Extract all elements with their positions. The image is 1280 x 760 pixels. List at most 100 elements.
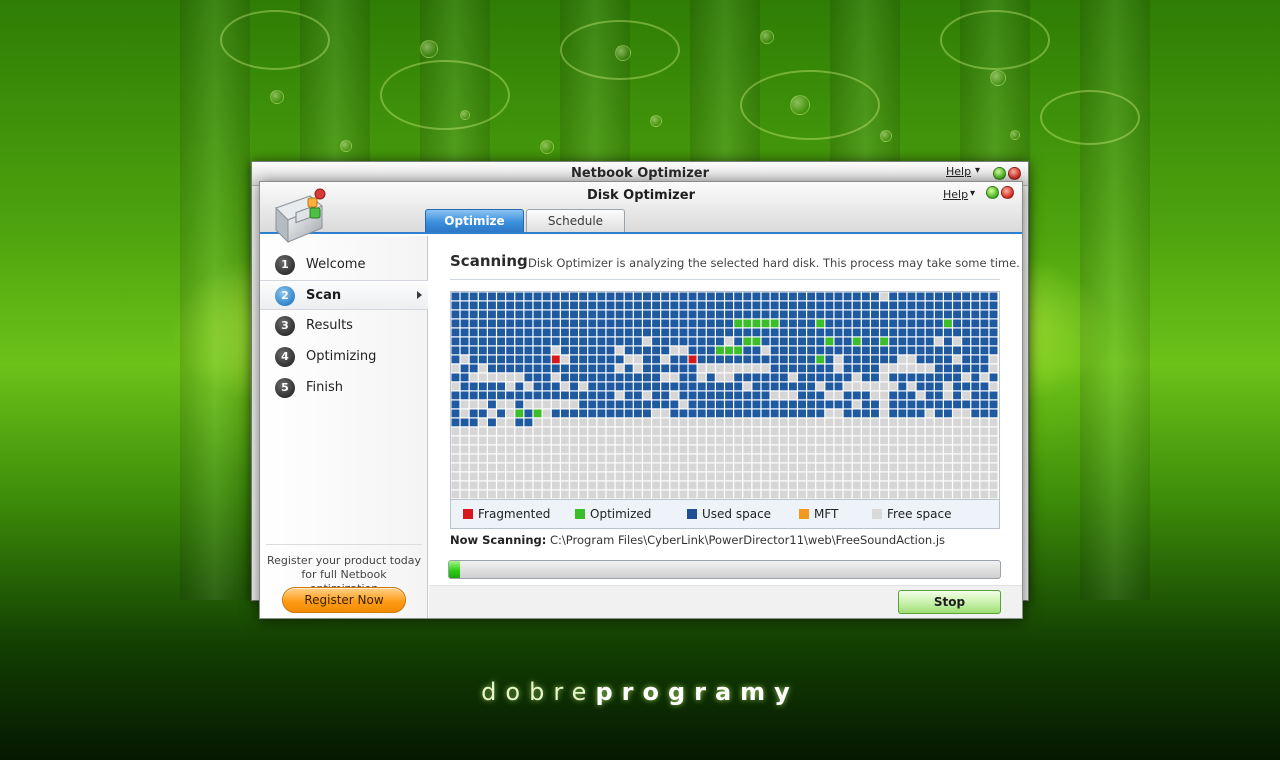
disk-cluster-cell [615, 427, 624, 436]
disk-cluster-cell [734, 310, 743, 319]
disk-cluster-cell [843, 490, 852, 499]
disk-cluster-cell [688, 310, 697, 319]
disk-cluster-cell [743, 292, 752, 301]
disk-cluster-cell [898, 391, 907, 400]
disk-cluster-cell [487, 463, 496, 472]
step-welcome[interactable]: 1 Welcome [260, 250, 428, 280]
disk-cluster-cell [898, 319, 907, 328]
disk-cluster-cell [579, 301, 588, 310]
disk-cluster-cell [688, 472, 697, 481]
disk-cluster-cell [460, 445, 469, 454]
disk-cluster-cell [533, 373, 542, 382]
disk-cluster-cell [706, 427, 715, 436]
disk-cluster-cell [497, 454, 506, 463]
disk-cluster-cell [524, 382, 533, 391]
disk-cluster-cell [697, 481, 706, 490]
disk-cluster-cell [606, 409, 615, 418]
disk-cluster-cell [469, 472, 478, 481]
back-minimize-button[interactable] [993, 167, 1006, 180]
disk-cluster-cell [953, 409, 962, 418]
disk-cluster-cell [816, 310, 825, 319]
disk-cluster-cell [497, 373, 506, 382]
disk-cluster-cell [834, 463, 843, 472]
disk-cluster-cell [953, 373, 962, 382]
disk-cluster-cell [606, 319, 615, 328]
disk-cluster-cell [597, 481, 606, 490]
disk-cluster-cell [542, 463, 551, 472]
disk-cluster-cell [807, 463, 816, 472]
disk-cluster-cell [588, 391, 597, 400]
help-dropdown-icon[interactable]: ▾ [970, 188, 975, 199]
disk-cluster-cell [497, 310, 506, 319]
disk-cluster-map [450, 291, 1000, 500]
disk-cluster-cell [871, 472, 879, 481]
disk-cluster-cell [871, 337, 879, 346]
disk-cluster-cell [761, 472, 770, 481]
disk-cluster-cell [624, 391, 633, 400]
register-now-button[interactable]: Register Now [282, 587, 406, 613]
disk-cluster-cell [761, 355, 770, 364]
disk-cluster-cell [779, 463, 788, 472]
disk-cluster-cell [652, 328, 661, 337]
disk-cluster-cell [971, 301, 980, 310]
close-button[interactable] [1001, 186, 1014, 199]
disk-cluster-cell [734, 409, 743, 418]
disk-cluster-cell [533, 319, 542, 328]
disk-cluster-cell [816, 463, 825, 472]
disk-cluster-cell [615, 355, 624, 364]
disk-cluster-cell [798, 481, 806, 490]
disk-cluster-cell [469, 481, 478, 490]
step-optimizing[interactable]: 4 Optimizing [260, 342, 428, 372]
disk-cluster-cell [953, 481, 962, 490]
disk-cluster-cell [807, 436, 816, 445]
disk-cluster-cell [515, 463, 524, 472]
disk-cluster-cell [579, 400, 588, 409]
disk-cluster-cell [761, 346, 770, 355]
disk-cluster-cell [962, 472, 971, 481]
disk-cluster-cell [661, 373, 670, 382]
tab-schedule[interactable]: Schedule [526, 209, 625, 232]
step-finish[interactable]: 5 Finish [260, 373, 428, 403]
disk-cluster-cell [916, 481, 925, 490]
disk-cluster-cell [697, 436, 706, 445]
disk-cluster-cell [643, 382, 651, 391]
step-number: 5 [275, 378, 295, 398]
disk-cluster-cell [460, 382, 469, 391]
tab-optimize[interactable]: Optimize [425, 209, 524, 232]
disk-cluster-cell [880, 436, 889, 445]
disk-cluster-cell [880, 445, 889, 454]
disk-cluster-cell [807, 355, 816, 364]
disk-cluster-cell [916, 472, 925, 481]
back-help-link[interactable]: Help [946, 165, 971, 178]
disk-cluster-cell [688, 328, 697, 337]
back-close-button[interactable] [1008, 167, 1021, 180]
disk-cluster-cell [451, 391, 460, 400]
legend-label: Fragmented [478, 507, 551, 521]
disk-cluster-cell [752, 418, 761, 427]
disk-cluster-cell [825, 319, 834, 328]
disk-cluster-cell [843, 481, 852, 490]
disk-cluster-cell [624, 427, 633, 436]
minimize-button[interactable] [986, 186, 999, 199]
help-link[interactable]: Help [943, 188, 968, 201]
disk-cluster-cell [916, 418, 925, 427]
disk-cluster-cell [560, 445, 569, 454]
back-help-dropdown-icon[interactable]: ▾ [975, 165, 980, 176]
disk-cluster-cell [725, 481, 734, 490]
disk-cluster-cell [615, 436, 624, 445]
disk-cluster-cell [688, 391, 697, 400]
disk-cluster-cell [962, 391, 971, 400]
disk-cluster-cell [816, 409, 825, 418]
disk-cluster-cell [661, 328, 670, 337]
disk-cluster-cell [916, 436, 925, 445]
disk-cluster-cell [688, 364, 697, 373]
disk-optimizer-logo-icon [275, 188, 326, 244]
disk-cluster-cell [606, 292, 615, 301]
disk-cluster-cell [861, 301, 870, 310]
disk-cluster-cell [460, 418, 469, 427]
step-scan[interactable]: 2 Scan [260, 280, 428, 310]
disk-cluster-cell [871, 490, 879, 499]
stop-button[interactable]: Stop [898, 590, 1001, 614]
disk-cluster-cell [834, 346, 843, 355]
step-results[interactable]: 3 Results [260, 311, 428, 341]
